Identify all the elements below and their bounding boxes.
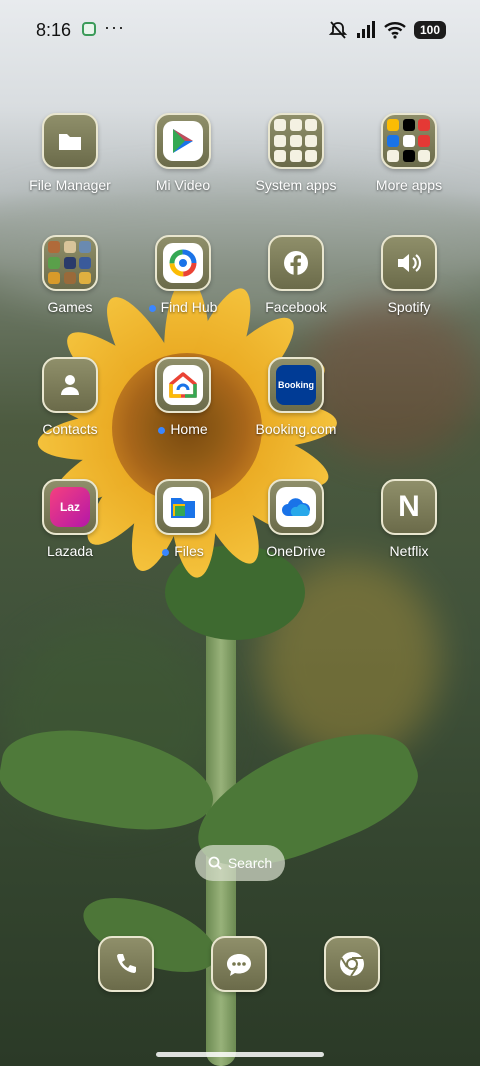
app-label: OneDrive [266,543,326,559]
app-facebook[interactable]: Facebook [241,235,351,315]
app-booking[interactable]: Booking Booking.com [241,357,351,437]
app-home[interactable]: Home [128,357,238,437]
app-label: More apps [375,177,443,193]
app-find-hub[interactable]: Find Hub [128,235,238,315]
booking-icon: Booking [268,357,324,413]
app-lazada[interactable]: Laz Lazada [15,479,125,559]
app-mi-video[interactable]: Mi Video [128,113,238,193]
google-home-icon [155,357,211,413]
app-label: Find Hub [128,299,238,315]
folder-more-apps[interactable]: More apps [354,113,464,193]
contacts-icon [42,357,98,413]
app-contacts[interactable]: Contacts [15,357,125,437]
app-label: Spotify [387,299,431,315]
search-label: Search [227,855,273,871]
folder-preview-icon [268,113,324,169]
app-files[interactable]: Files [128,479,238,559]
find-hub-icon [155,235,211,291]
netflix-icon: N [381,479,437,535]
messages-icon[interactable] [211,936,267,992]
battery-indicator: 100 [413,21,446,39]
new-install-dot [162,548,170,556]
play-icon [155,113,211,169]
search-icon [208,856,222,870]
status-bar: 8:16 ··· 100 [0,0,480,60]
clock: 8:16 [36,20,72,40]
phone-icon[interactable] [98,936,154,992]
notification-icon [82,22,96,36]
app-file-manager[interactable]: File Manager [15,113,125,193]
app-label: Contacts [42,421,98,437]
mute-icon [328,21,348,39]
facebook-icon [268,235,324,291]
new-install-dot [158,426,166,434]
app-label: Games [47,299,93,315]
app-label: Files [128,543,238,559]
app-netflix[interactable]: N Netflix [354,479,464,559]
app-spotify[interactable]: Spotify [354,235,464,315]
onedrive-icon [268,479,324,535]
app-label: Booking.com [255,421,337,437]
chrome-icon[interactable] [324,936,380,992]
app-label: File Manager [29,177,111,193]
folder-system-apps[interactable]: System apps [241,113,351,193]
folder-icon [42,113,98,169]
app-label: Netflix [389,543,429,559]
wifi-icon [384,22,406,39]
folder-games[interactable]: Games [15,235,125,315]
app-label: Home [128,421,238,437]
app-label: Lazada [47,543,93,559]
app-label: Facebook [265,299,327,315]
home-indicator[interactable] [156,1052,324,1057]
app-onedrive[interactable]: OneDrive [241,479,351,559]
app-label: Mi Video [155,177,211,193]
new-install-dot [148,304,156,312]
files-icon [155,479,211,535]
signal-icon [356,21,375,38]
app-label: System apps [255,177,337,193]
folder-preview-icon [42,235,98,291]
more-notifications-icon: ··· [104,17,125,37]
search-button[interactable]: Search [195,845,285,881]
speaker-icon [381,235,437,291]
folder-preview-icon [381,113,437,169]
lazada-icon: Laz [42,479,98,535]
